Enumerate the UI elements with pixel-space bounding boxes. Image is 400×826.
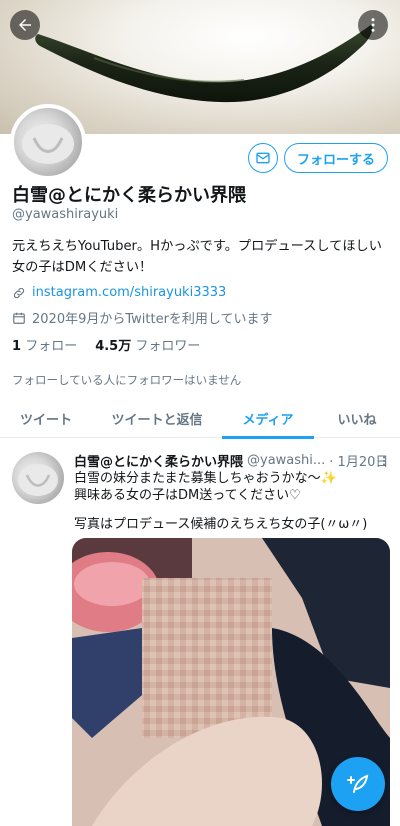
followers-label: フォロワー [135,339,201,354]
tweet-text: 白雪の妹分またまた募集しちゃおうかな〜✨ 興味ある女の子はDM送ってください♡ … [74,470,392,533]
tweet-header: 白雪@とにかく柔らかい界隈 @yawashi... · 1月20日 [74,451,392,470]
link-icon [13,287,25,298]
tab-likes[interactable]: いいね [314,398,400,438]
profile-link-row[interactable]: instagram.com/shirayuki3333 [12,285,226,300]
follow-button[interactable]: フォローする [284,143,388,173]
tweet-author-handle: @yawashi... [247,453,326,468]
compose-tweet-icon [347,774,369,793]
profile-handle: @yawashirayuki [12,207,119,222]
back-arrow-icon [19,19,31,31]
banner-image [35,24,373,103]
profile-avatar[interactable] [10,104,86,180]
tab-tweets-and-replies[interactable]: ツイートと返信 [92,398,222,438]
profile-tabs: ツイート ツイートと返信 メディア いいね [0,398,400,439]
following-label: フォロー [25,339,78,354]
tweet-author-name[interactable]: 白雪@とにかく柔らかい界隈 [74,451,243,470]
profile-display-name: 白雪@とにかく柔らかい界隈 [12,185,246,206]
tweet-line-1: 白雪の妹分またまた募集しちゃおうかな〜✨ [74,471,337,486]
following-number: 1 [12,339,22,354]
mail-icon [256,152,270,164]
follow-counts: 1 フォロー 4.5万 フォロワー [12,335,200,354]
caret-down-icon [383,456,385,466]
tweet-options-button[interactable] [378,452,390,471]
tab-media[interactable]: メディア [222,398,314,439]
calendar-icon [13,312,25,324]
profile-joined-row: 2020年9月からTwitterを利用しています [12,308,273,327]
tweet-avatar-image [18,464,58,496]
following-count[interactable]: 1 フォロー [12,335,77,354]
profile-bio: 元えちえちYouTuber。Hかっぷです。プロデュースしてほしい女の子はDMくだ… [12,239,382,275]
profile-joined-date: 2020年9月からTwitterを利用しています [32,312,273,327]
profile-website-link[interactable]: instagram.com/shirayuki3333 [32,285,226,300]
message-button[interactable] [248,143,278,173]
followers-you-know: フォローしている人にフォロワーはいません [12,373,242,387]
more-vertical-icon [371,18,375,32]
tweet-line-2: 興味ある女の子はDM送ってください♡ [74,488,301,503]
tab-tweets[interactable]: ツイート [0,398,92,438]
tweet-avatar[interactable] [12,452,64,504]
followers-number: 4.5万 [95,339,132,354]
back-button[interactable] [10,10,40,40]
tweet-line-3: 写真はプロデュース候補のえちえち女の子(〃ω〃) [74,517,368,532]
more-options-button[interactable] [358,10,388,40]
avatar-image [22,124,74,164]
followers-count[interactable]: 4.5万 フォロワー [95,335,200,354]
compose-tweet-button[interactable] [331,757,385,811]
